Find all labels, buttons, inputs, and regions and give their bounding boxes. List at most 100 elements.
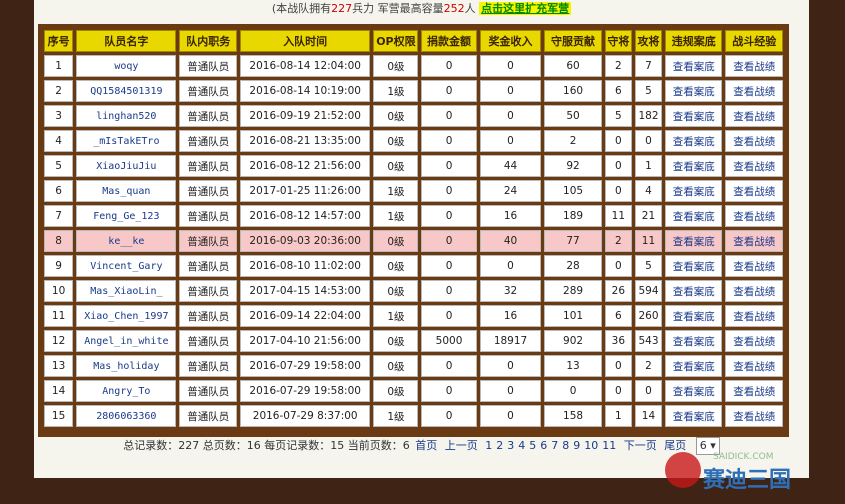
- cell-atk: 594: [634, 280, 663, 302]
- cell-role: 普通队员: [179, 180, 237, 202]
- cell-def: 1: [604, 405, 632, 427]
- cell-donate: 0: [421, 355, 477, 377]
- total-pages: 总页数：16: [202, 439, 261, 452]
- prev-page-link[interactable]: 上一页: [445, 439, 478, 452]
- cell-op: 1级: [373, 205, 419, 227]
- view-battle-button[interactable]: 查看战绩: [725, 405, 783, 427]
- current-page: 当前页数：6: [347, 439, 410, 452]
- view-battle-button[interactable]: 查看战绩: [725, 155, 783, 177]
- view-battle-button[interactable]: 查看战绩: [725, 180, 783, 202]
- member-name-link[interactable]: 2806063360: [76, 405, 177, 427]
- table-header-row: 序号 队员名字 队内职务 入队时间 OP权限 捐款金额 奖金收入 守服贡献 守将 攻将 违规案底 战斗…: [44, 30, 783, 52]
- page-link[interactable]: 3: [507, 439, 514, 452]
- first-page-link[interactable]: 首页: [415, 439, 437, 452]
- member-name-link[interactable]: woqy: [76, 55, 177, 77]
- column-header: 守服贡献: [544, 30, 602, 52]
- cell-time: 2017-04-10 21:56:00: [239, 330, 371, 352]
- table-row: 10 Mas_XiaoLin_ 普通队员 2017-04-15 14:53:00 0级 0…: [44, 280, 783, 302]
- view-record-button[interactable]: 查看案底: [665, 380, 723, 402]
- cell-no: 10: [44, 280, 74, 302]
- member-name-link[interactable]: ke__ke: [76, 230, 177, 252]
- member-name-link[interactable]: linghan520: [76, 105, 177, 127]
- page-link[interactable]: 8: [562, 439, 569, 452]
- view-record-button[interactable]: 查看案底: [665, 255, 723, 277]
- page-link[interactable]: 2: [496, 439, 503, 452]
- view-battle-button[interactable]: 查看战绩: [725, 380, 783, 402]
- cell-role: 普通队员: [179, 280, 237, 302]
- page-link[interactable]: 4: [518, 439, 525, 452]
- table-row: 6 Mas_quan 普通队员 2017-01-25 11:26:00 1级 0 24 105…: [44, 180, 783, 202]
- view-record-button[interactable]: 查看案底: [665, 155, 723, 177]
- capacity-suffix: 人: [464, 2, 480, 15]
- cell-atk: 543: [634, 330, 663, 352]
- cell-def: 0: [604, 180, 632, 202]
- member-name-link[interactable]: Angry_To: [76, 380, 177, 402]
- view-battle-button[interactable]: 查看战绩: [725, 105, 783, 127]
- view-record-button[interactable]: 查看案底: [665, 405, 723, 427]
- view-battle-button[interactable]: 查看战绩: [725, 230, 783, 252]
- view-record-button[interactable]: 查看案底: [665, 330, 723, 352]
- member-name-link[interactable]: _mIsTakETro: [76, 130, 177, 152]
- view-battle-button[interactable]: 查看战绩: [725, 80, 783, 102]
- table-row: 11 Xiao_Chen_1997 普通队员 2016-09-14 22:04:00 1…: [44, 305, 783, 327]
- view-battle-button[interactable]: 查看战绩: [725, 255, 783, 277]
- members-table: 序号 队员名字 队内职务 入队时间 OP权限 捐款金额 奖金收入 守服贡献 守将 攻将 违规案底 战斗…: [41, 27, 786, 430]
- cell-no: 7: [44, 205, 74, 227]
- member-name-link[interactable]: Mas_quan: [76, 180, 177, 202]
- page-link[interactable]: 9: [573, 439, 580, 452]
- cell-contrib: 902: [544, 330, 602, 352]
- cell-contrib: 50: [544, 105, 602, 127]
- cell-op: 0级: [373, 255, 419, 277]
- cell-role: 普通队员: [179, 230, 237, 252]
- cell-no: 6: [44, 180, 74, 202]
- logo-emblem: [665, 452, 701, 488]
- view-battle-button[interactable]: 查看战绩: [725, 355, 783, 377]
- member-name-link[interactable]: Xiao_Chen_1997: [76, 305, 177, 327]
- member-name-link[interactable]: Angel_in_white: [76, 330, 177, 352]
- page-link[interactable]: 5: [529, 439, 536, 452]
- view-record-button[interactable]: 查看案底: [665, 205, 723, 227]
- view-record-button[interactable]: 查看案底: [665, 105, 723, 127]
- cell-def: 0: [604, 155, 632, 177]
- view-battle-button[interactable]: 查看战绩: [725, 130, 783, 152]
- view-record-button[interactable]: 查看案底: [665, 230, 723, 252]
- cell-no: 5: [44, 155, 74, 177]
- view-record-button[interactable]: 查看案底: [665, 355, 723, 377]
- view-battle-button[interactable]: 查看战绩: [725, 55, 783, 77]
- view-battle-button[interactable]: 查看战绩: [725, 205, 783, 227]
- member-name-link[interactable]: QQ1584501319: [76, 80, 177, 102]
- page-link[interactable]: 7: [551, 439, 558, 452]
- cell-def: 6: [604, 305, 632, 327]
- expand-barracks-link[interactable]: 点击这里扩充军营: [479, 2, 572, 15]
- view-record-button[interactable]: 查看案底: [665, 180, 723, 202]
- view-battle-button[interactable]: 查看战绩: [725, 280, 783, 302]
- view-record-button[interactable]: 查看案底: [665, 55, 723, 77]
- capacity-count: 252: [443, 2, 465, 15]
- cell-atk: 14: [634, 405, 663, 427]
- member-name-link[interactable]: Feng_Ge_123: [76, 205, 177, 227]
- view-record-button[interactable]: 查看案底: [665, 280, 723, 302]
- cell-time: 2016-08-10 11:02:00: [239, 255, 371, 277]
- cell-role: 普通队员: [179, 405, 237, 427]
- next-page-link[interactable]: 下一页: [624, 439, 657, 452]
- table-row: 4 _mIsTakETro 普通队员 2016-08-21 13:35:00 0级 0 0 2…: [44, 130, 783, 152]
- cell-bonus: 0: [479, 255, 542, 277]
- cell-donate: 0: [421, 380, 477, 402]
- view-record-button[interactable]: 查看案底: [665, 130, 723, 152]
- cell-role: 普通队员: [179, 330, 237, 352]
- page-link[interactable]: 6: [540, 439, 547, 452]
- cell-op: 0级: [373, 230, 419, 252]
- member-name-link[interactable]: Vincent_Gary: [76, 255, 177, 277]
- view-battle-button[interactable]: 查看战绩: [725, 330, 783, 352]
- cell-op: 1级: [373, 80, 419, 102]
- view-battle-button[interactable]: 查看战绩: [725, 305, 783, 327]
- view-record-button[interactable]: 查看案底: [665, 80, 723, 102]
- page-link[interactable]: 10: [584, 439, 598, 452]
- member-name-link[interactable]: Mas_XiaoLin_: [76, 280, 177, 302]
- page-link[interactable]: 11: [602, 439, 616, 452]
- view-record-button[interactable]: 查看案底: [665, 305, 723, 327]
- member-name-link[interactable]: XiaoJiuJiu: [76, 155, 177, 177]
- member-name-link[interactable]: Mas_holiday: [76, 355, 177, 377]
- cell-atk: 0: [634, 380, 663, 402]
- page-link[interactable]: 1: [485, 439, 492, 452]
